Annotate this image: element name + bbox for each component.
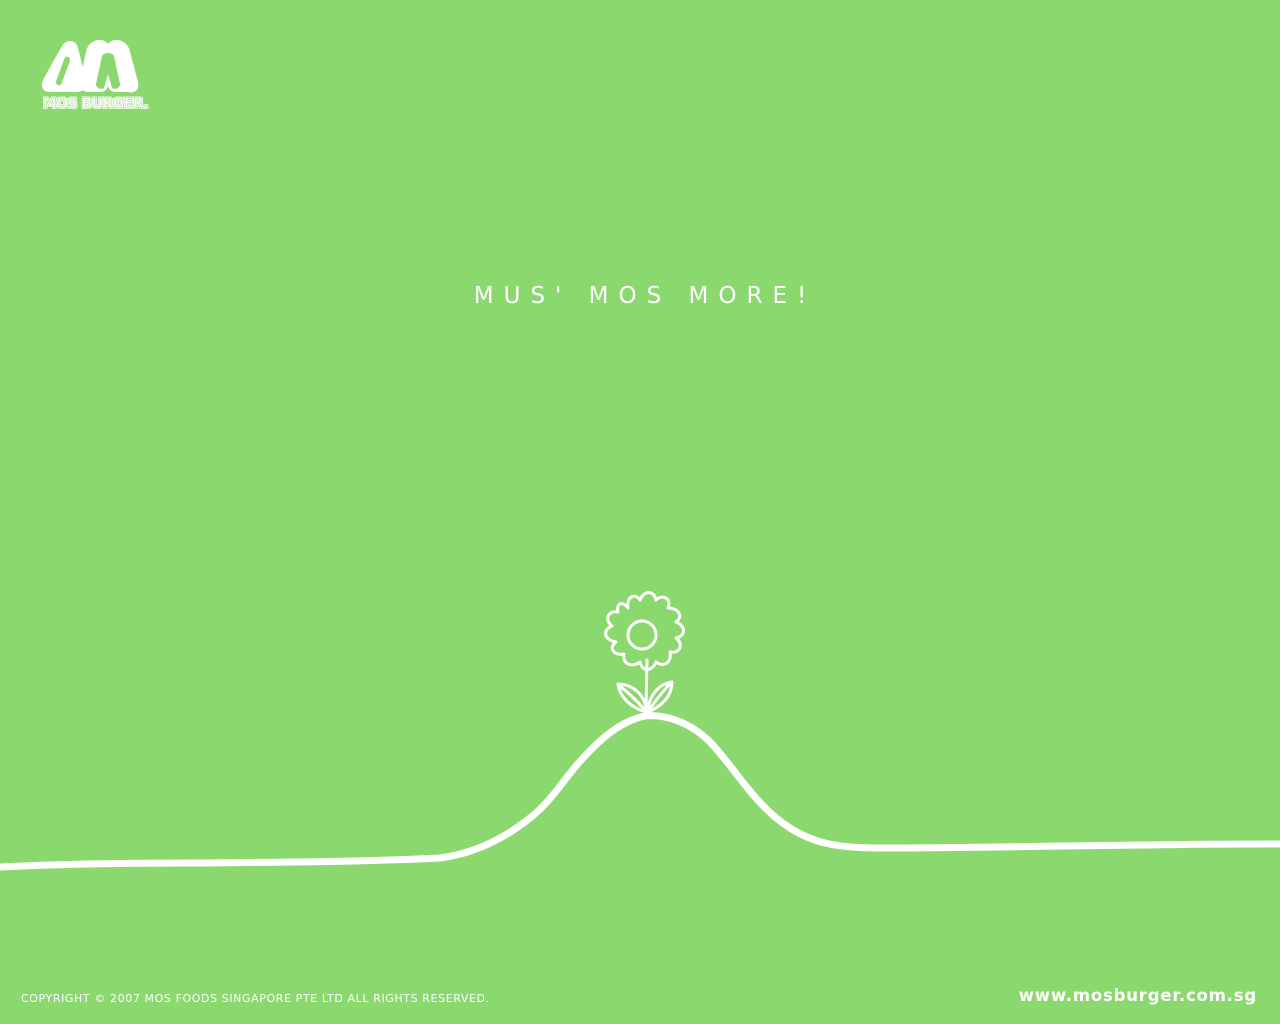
hill-line xyxy=(0,712,1280,871)
flower-petals xyxy=(604,591,685,671)
flower-leaf-left xyxy=(616,682,648,714)
flower-leaf-right xyxy=(646,680,674,714)
flower-on-hill-drawing-icon xyxy=(0,591,1280,871)
tagline: MUS' MOS MORE! xyxy=(473,283,817,309)
mos-burger-logo: MOS BURGER. xyxy=(28,34,168,124)
mos-burger-m-logo-icon xyxy=(42,39,139,93)
copyright-notice: COPYRIGHT © 2007 MOS FOODS SINGAPORE PTE… xyxy=(21,992,490,1005)
website-link[interactable]: www.mosburger.com.sg xyxy=(1019,986,1257,1005)
flower-center xyxy=(626,619,658,651)
logo-brand-text: MOS BURGER. xyxy=(42,96,149,113)
